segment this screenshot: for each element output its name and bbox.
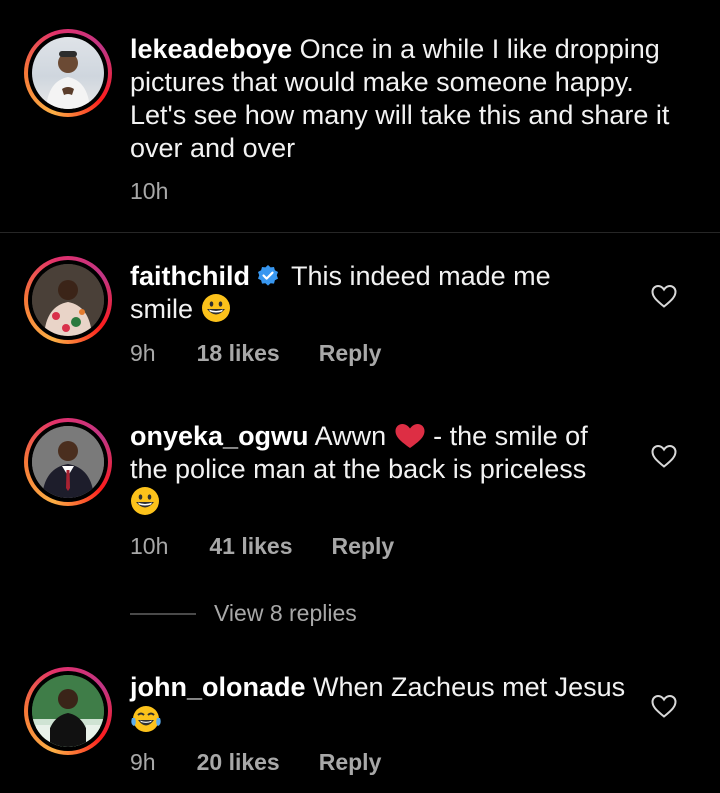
comment-likes[interactable]: 41 likes — [209, 533, 292, 560]
view-replies-button[interactable]: View 8 replies — [130, 600, 357, 627]
comment-time: 10h — [130, 533, 169, 559]
reply-button[interactable]: Reply — [319, 340, 382, 367]
like-comment-heart-icon[interactable] — [650, 693, 678, 719]
reply-button[interactable]: Reply — [332, 533, 395, 560]
avatar[interactable] — [24, 418, 112, 506]
comment-item: faithchild This indeed made me smile 9h … — [0, 233, 720, 383]
avatar[interactable] — [24, 667, 112, 755]
post-username[interactable]: lekeadeboye — [130, 34, 292, 64]
avatar[interactable] — [24, 256, 112, 344]
grinning-face-emoji — [201, 294, 230, 322]
post-caption: lekeadeboye Once in a while I like dropp… — [0, 0, 720, 232]
comment-time: 9h — [130, 340, 156, 366]
comment-item: john_olonade When Zacheus met Jesus 9h 2… — [0, 645, 720, 793]
face-with-tears-of-joy-emoji — [131, 706, 161, 732]
like-comment-heart-icon[interactable] — [650, 283, 678, 309]
red-heart-emoji — [395, 424, 425, 448]
post-time: 10h — [130, 178, 169, 204]
verified-badge-icon — [258, 265, 278, 286]
comment-likes[interactable]: 20 likes — [197, 749, 280, 776]
comment-time: 9h — [130, 749, 156, 775]
avatar[interactable] — [24, 29, 112, 117]
comment-text: When Zacheus met Jesus — [313, 672, 626, 702]
comment-username[interactable]: faithchild — [130, 261, 250, 291]
comment-username[interactable]: john_olonade — [130, 672, 306, 702]
comment-likes[interactable]: 18 likes — [197, 340, 280, 367]
view-replies-label[interactable]: View 8 replies — [214, 600, 357, 627]
grinning-face-emoji — [131, 487, 159, 515]
like-comment-heart-icon[interactable] — [650, 443, 678, 469]
comment-text-part: Awwn — [314, 421, 387, 451]
view-replies-line — [130, 612, 196, 615]
comment-username[interactable]: onyeka_ogwu — [130, 421, 309, 451]
comment-item: onyeka_ogwu Awwn - the smile of the poli… — [0, 383, 720, 643]
reply-button[interactable]: Reply — [319, 749, 382, 776]
